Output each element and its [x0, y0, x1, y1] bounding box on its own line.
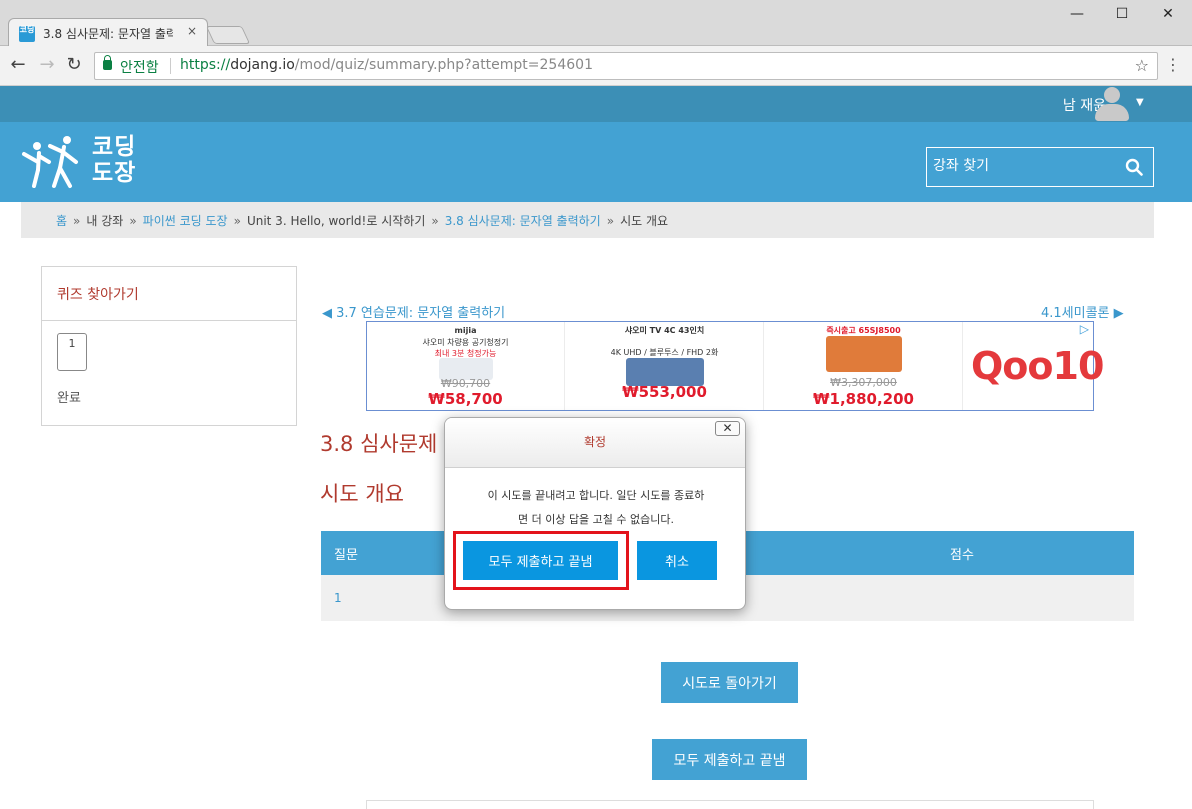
course-search-input[interactable] [933, 158, 1113, 174]
return-to-attempt-button[interactable]: 시도로 돌아가기 [661, 662, 798, 703]
adchoices-icon[interactable]: ▷ [1080, 322, 1089, 336]
site-logo-text[interactable]: 코딩 도장 [92, 134, 136, 186]
confirm-dialog-header: 확정 [445, 418, 745, 468]
quiz-navigation-block: 퀴즈 찾아가기 1 완료 [41, 266, 297, 426]
new-tab-button[interactable] [205, 26, 251, 44]
breadcrumb-my-courses: 내 강좌 [86, 214, 124, 228]
next-activity-link[interactable]: 4.1세미콜론 ▶ [1041, 302, 1124, 321]
taekwondo-logo-icon[interactable] [20, 132, 80, 192]
breadcrumb-current: 시도 개요 [620, 214, 669, 228]
avatar-body [1095, 104, 1129, 121]
site-header: 코딩 도장 [0, 122, 1192, 202]
ad-new-price: ₩1,880,200 [812, 390, 914, 408]
highlight-annotation [453, 531, 629, 590]
course-search[interactable] [926, 147, 1154, 187]
breadcrumb-separator: » [129, 214, 137, 228]
browser-titlebar: 코딩 3.8 심사문제: 문자열 출력 × — ☐ ✕ [0, 0, 1192, 46]
ad-item-sub: 4K UHD / 블루투스 / FHD 2화 [610, 348, 719, 357]
breadcrumb-course[interactable]: 파이썬 코딩 도장 [143, 214, 228, 228]
confirm-cancel-button[interactable]: 취소 [637, 541, 717, 580]
site-favicon-icon: 코딩 [19, 26, 35, 42]
url-scheme: https:// [180, 57, 231, 73]
summary-title: 시도 개요 [320, 482, 404, 506]
breadcrumb-unit: Unit 3. Hello, world!로 시작하기 [246, 214, 426, 228]
lock-icon [103, 55, 112, 70]
column-header-question: 질문 [334, 548, 358, 563]
bookmark-star-icon[interactable]: ☆ [1135, 56, 1149, 75]
search-icon[interactable] [1125, 158, 1143, 176]
bottom-ad-banner[interactable] [366, 800, 1094, 809]
breadcrumb-separator: » [606, 214, 615, 228]
ad-banner[interactable]: mijia 샤오미 차량용 공기청정기 최내 3분 청정가능 ₩90,700 ₩… [366, 321, 1104, 411]
ad-item-1[interactable]: mijia 샤오미 차량용 공기청정기 최내 3분 청정가능 ₩90,700 ₩… [367, 322, 565, 410]
ad-new-price: ₩553,000 [622, 383, 707, 401]
address-bar[interactable]: 안전함 https://dojang.io/mod/quiz/summary.p… [94, 52, 1158, 80]
ad-item-2[interactable]: 샤오미 TV 4C 43인치 4K UHD / 블루투스 / FHD 2화 ₩5… [566, 322, 764, 410]
browser-tab[interactable]: 코딩 3.8 심사문제: 문자열 출력 × [8, 18, 208, 46]
ad-product-image [825, 336, 902, 372]
confirm-dialog-title: 확정 [583, 435, 607, 449]
tab-close-icon[interactable]: × [187, 24, 197, 38]
user-menu-caret-icon[interactable]: ▼ [1136, 97, 1144, 108]
url-text[interactable]: https://dojang.io/mod/quiz/summary.php?a… [180, 57, 593, 73]
user-bar: 남 재윤 [0, 86, 1192, 122]
ad-old-price: ₩90,700 [440, 377, 491, 390]
confirm-message-line-1: 이 시도를 끝내려고 합니다. 일단 시도를 종료하 [487, 489, 705, 502]
close-icon[interactable]: ✕ [715, 421, 740, 436]
question-1-button[interactable]: 1 [57, 333, 87, 371]
close-window-icon[interactable]: ✕ [1153, 6, 1183, 22]
question-link[interactable]: 1 [334, 591, 342, 605]
browser-toolbar: ← → ↻ 안전함 https://dojang.io/mod/quiz/sum… [0, 46, 1192, 86]
back-icon[interactable]: ← [7, 55, 29, 75]
breadcrumb-separator: » [233, 214, 241, 228]
quiz-navigation-title: 퀴즈 찾아가기 [57, 287, 139, 303]
quiz-title: 3.8 심사문제 [320, 432, 438, 456]
ad-product-image [625, 358, 704, 386]
avatar-head [1104, 87, 1120, 103]
maximize-icon[interactable]: ☐ [1107, 6, 1137, 22]
finish-attempt-link[interactable]: 완료 [57, 387, 81, 406]
breadcrumb-quiz[interactable]: 3.8 심사문제: 문자열 출력하기 [445, 214, 601, 228]
browser-menu-icon[interactable]: ⋮ [1165, 56, 1181, 74]
ad-item-caption: 샤오미 차량용 공기청정기 [422, 338, 509, 347]
ad-new-price: ₩58,700 [428, 390, 503, 408]
confirm-dialog-message: 이 시도를 끝내려고 합니다. 일단 시도를 종료하 면 더 이상 답을 고칠 … [459, 484, 733, 532]
ad-item-3[interactable]: 즉시출고 65SJ8500 ₩3,307,000 ₩1,880,200 [765, 322, 963, 410]
column-header-score: 점수 [950, 548, 974, 563]
secure-label: 안전함 [120, 60, 159, 76]
reload-icon[interactable]: ↻ [63, 55, 85, 75]
logo-line-1: 코딩 [92, 134, 137, 160]
user-avatar-icon[interactable] [1094, 87, 1130, 121]
breadcrumb-separator: » [431, 214, 439, 228]
url-host: dojang.io [230, 57, 295, 73]
ad-old-price: ₩3,307,000 [830, 376, 897, 389]
logo-line-2: 도장 [92, 160, 137, 186]
submit-all-button[interactable]: 모두 제출하고 끝냄 [652, 739, 807, 780]
tab-title: 3.8 심사문제: 문자열 출력 [43, 27, 173, 41]
forward-icon[interactable]: → [36, 55, 58, 75]
qoo10-logo[interactable]: Qoo10 [971, 344, 1104, 388]
ad-item-brand: mijia [454, 326, 477, 335]
breadcrumb-separator: » [73, 214, 81, 228]
confirm-message-line-2: 면 더 이상 답을 고칠 수 없습니다. [517, 513, 675, 526]
address-separator [170, 58, 171, 74]
url-path: /mod/quiz/summary.php?attempt=254601 [294, 57, 593, 73]
ad-item-caption: 샤오미 TV 4C 43인치 [624, 326, 705, 335]
breadcrumb: 홈 » 내 강좌 » 파이썬 코딩 도장 » Unit 3. Hello, world!로 … [21, 202, 1154, 238]
quiz-navigation-divider [42, 320, 296, 321]
breadcrumb-home[interactable]: 홈 [56, 214, 67, 228]
prev-activity-link[interactable]: ◀ 3.7 연습문제: 문자열 출력하기 [322, 302, 505, 321]
ad-item-caption: 즉시출고 65SJ8500 [826, 326, 901, 335]
minimize-icon[interactable]: — [1062, 6, 1092, 22]
